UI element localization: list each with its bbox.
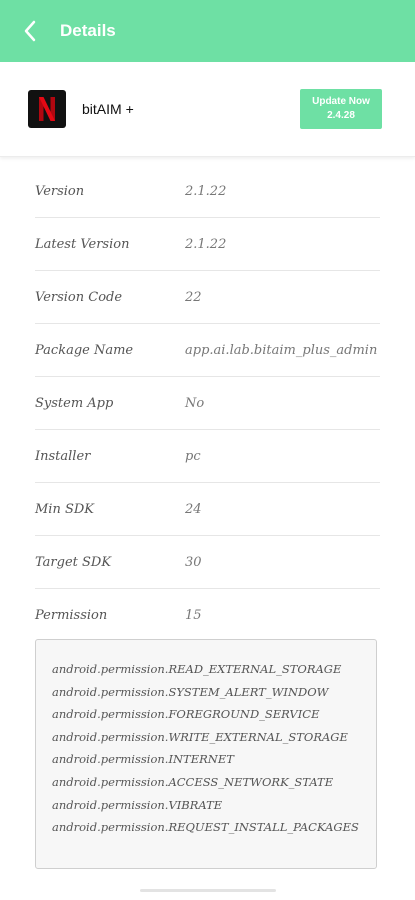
detail-row-package-name: Package Name app.ai.lab.bitaim_plus_admi…	[35, 324, 380, 377]
detail-row-version-code: Version Code 22	[35, 271, 380, 324]
detail-value: app.ai.lab.bitaim_plus_admin	[185, 342, 378, 358]
detail-row-target-sdk: Target SDK 30	[35, 536, 380, 589]
detail-label: Min SDK	[35, 501, 95, 517]
detail-label: Version Code	[35, 289, 123, 305]
details-list: Version 2.1.22 Latest Version 2.1.22 Ver…	[35, 165, 380, 641]
detail-value: 24	[185, 501, 202, 517]
detail-value: 30	[185, 554, 202, 570]
permission-item: android.permission.REQUEST_INSTALL_PACKA…	[52, 820, 359, 835]
permission-item: android.permission.ACCESS_NETWORK_STATE	[52, 774, 334, 789]
detail-value: No	[185, 395, 205, 411]
detail-row-system-app: System App No	[35, 377, 380, 430]
page-title: Details	[60, 21, 116, 40]
update-button-version: 2.4.28	[327, 110, 355, 121]
app-name: bitAIM +	[82, 101, 134, 117]
update-button-label: Update Now	[312, 96, 370, 107]
home-indicator	[140, 889, 276, 892]
back-button[interactable]	[18, 19, 42, 43]
chevron-left-icon	[24, 20, 36, 42]
update-now-button[interactable]: Update Now 2.4.28	[300, 89, 382, 129]
detail-value: 2.1.22	[185, 236, 227, 252]
detail-label: Installer	[35, 448, 91, 464]
detail-label: Version	[35, 183, 85, 199]
detail-label: System App	[35, 395, 114, 411]
permission-item: android.permission.READ_EXTERNAL_STORAGE	[52, 662, 342, 676]
detail-row-version: Version 2.1.22	[35, 165, 380, 218]
detail-label: Permission	[35, 607, 108, 623]
permission-item: android.permission.SYSTEM_ALERT_WINDOW	[52, 684, 329, 699]
permission-item: android.permission.VIBRATE	[52, 797, 223, 812]
permission-item: android.permission.INTERNET	[52, 752, 234, 767]
detail-value: 2.1.22	[185, 183, 227, 199]
permissions-box[interactable]: android.permission.READ_EXTERNAL_STORAGE…	[35, 639, 377, 869]
detail-value: pc	[185, 448, 201, 464]
detail-row-installer: Installer pc	[35, 430, 380, 483]
detail-label: Package Name	[35, 342, 134, 358]
detail-row-permission: Permission 15	[35, 589, 380, 641]
permission-item: android.permission.FOREGROUND_SERVICE	[52, 707, 320, 722]
detail-label: Latest Version	[35, 236, 130, 252]
detail-label: Target SDK	[35, 554, 112, 570]
detail-value: 22	[185, 289, 202, 305]
netflix-n-icon	[28, 90, 66, 128]
detail-value: 15	[185, 607, 202, 623]
detail-row-min-sdk: Min SDK 24	[35, 483, 380, 536]
permission-item: android.permission.WRITE_EXTERNAL_STORAG…	[52, 729, 348, 744]
top-app-bar: Details	[0, 0, 415, 62]
detail-row-latest-version: Latest Version 2.1.22	[35, 218, 380, 271]
app-header: bitAIM + Update Now 2.4.28	[0, 62, 415, 157]
